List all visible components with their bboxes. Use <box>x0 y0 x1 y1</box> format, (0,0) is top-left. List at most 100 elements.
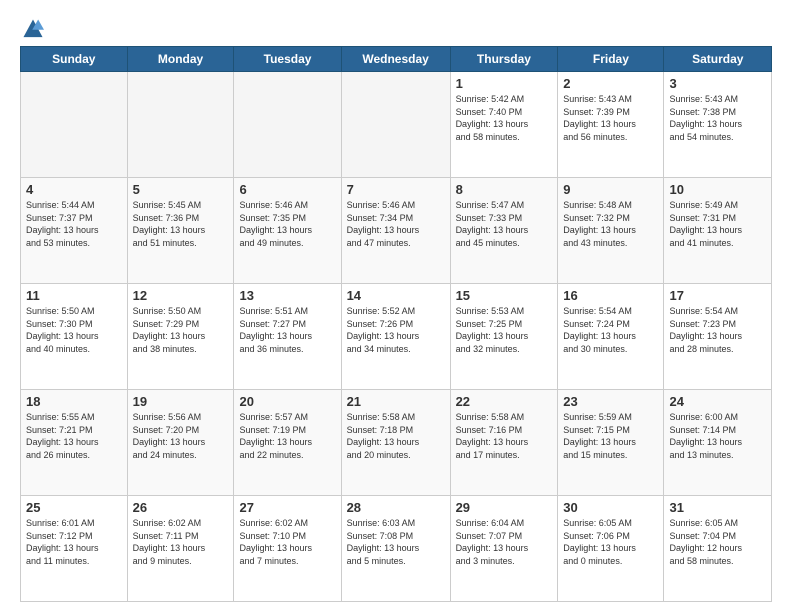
day-info: Sunrise: 6:01 AM Sunset: 7:12 PM Dayligh… <box>26 517 122 567</box>
calendar-cell: 23Sunrise: 5:59 AM Sunset: 7:15 PM Dayli… <box>558 390 664 496</box>
logo-icon <box>22 18 44 40</box>
day-number: 3 <box>669 76 766 91</box>
calendar-cell: 17 Sunrise: 5:54 AM Sunset: 7:23 PM Dayli… <box>664 284 772 390</box>
day-number: 31 <box>669 500 766 515</box>
day-info: Sunrise: 6:04 AM Sunset: 7:07 PM Dayligh… <box>456 517 553 567</box>
week-row-4: 18Sunrise: 5:55 AM Sunset: 7:21 PM Dayli… <box>21 390 772 496</box>
day-info: Sunrise: 5:44 AM Sunset: 7:37 PM Dayligh… <box>26 199 122 249</box>
day-number: 11 <box>26 288 122 303</box>
col-header-wednesday: Wednesday <box>341 47 450 72</box>
day-info: Sunrise: 5:43 AM Sunset: 7:38 PM Dayligh… <box>669 93 766 143</box>
day-number: 15 <box>456 288 553 303</box>
calendar-cell: 19Sunrise: 5:56 AM Sunset: 7:20 PM Dayli… <box>127 390 234 496</box>
col-header-thursday: Thursday <box>450 47 558 72</box>
day-number: 23 <box>563 394 658 409</box>
day-number: 27 <box>239 500 335 515</box>
calendar-cell <box>234 72 341 178</box>
day-info: Sunrise: 5:46 AM Sunset: 7:34 PM Dayligh… <box>347 199 445 249</box>
day-info: Sunrise: 5:45 AM Sunset: 7:36 PM Dayligh… <box>133 199 229 249</box>
calendar-cell: 21 Sunrise: 5:58 AM Sunset: 7:18 PM Dayli… <box>341 390 450 496</box>
day-number: 1 <box>456 76 553 91</box>
day-info: Sunrise: 5:56 AM Sunset: 7:20 PM Dayligh… <box>133 411 229 461</box>
day-info: Sunrise: 5:49 AM Sunset: 7:31 PM Dayligh… <box>669 199 766 249</box>
day-number: 22 <box>456 394 553 409</box>
calendar-cell: 7 Sunrise: 5:46 AM Sunset: 7:34 PM Daylig… <box>341 178 450 284</box>
calendar-table: SundayMondayTuesdayWednesdayThursdayFrid… <box>20 46 772 602</box>
day-info: Sunrise: 6:05 AM Sunset: 7:04 PM Dayligh… <box>669 517 766 567</box>
calendar-cell <box>341 72 450 178</box>
calendar-cell: 14 Sunrise: 5:52 AM Sunset: 7:26 PM Dayli… <box>341 284 450 390</box>
calendar-cell: 28 Sunrise: 6:03 AM Sunset: 7:08 PM Dayli… <box>341 496 450 602</box>
day-number: 8 <box>456 182 553 197</box>
day-info: Sunrise: 5:42 AM Sunset: 7:40 PM Dayligh… <box>456 93 553 143</box>
calendar-cell: 31 Sunrise: 6:05 AM Sunset: 7:04 PM Dayli… <box>664 496 772 602</box>
calendar-cell: 3 Sunrise: 5:43 AM Sunset: 7:38 PM Daylig… <box>664 72 772 178</box>
calendar-cell: 9 Sunrise: 5:48 AM Sunset: 7:32 PM Daylig… <box>558 178 664 284</box>
day-number: 6 <box>239 182 335 197</box>
day-info: Sunrise: 5:52 AM Sunset: 7:26 PM Dayligh… <box>347 305 445 355</box>
day-info: Sunrise: 6:05 AM Sunset: 7:06 PM Dayligh… <box>563 517 658 567</box>
day-number: 5 <box>133 182 229 197</box>
calendar-cell <box>127 72 234 178</box>
day-number: 30 <box>563 500 658 515</box>
day-number: 26 <box>133 500 229 515</box>
calendar-cell: 8Sunrise: 5:47 AM Sunset: 7:33 PM Daylig… <box>450 178 558 284</box>
col-header-saturday: Saturday <box>664 47 772 72</box>
calendar-cell: 1 Sunrise: 5:42 AM Sunset: 7:40 PM Daylig… <box>450 72 558 178</box>
day-info: Sunrise: 5:46 AM Sunset: 7:35 PM Dayligh… <box>239 199 335 249</box>
day-info: Sunrise: 5:50 AM Sunset: 7:30 PM Dayligh… <box>26 305 122 355</box>
week-row-2: 4 Sunrise: 5:44 AM Sunset: 7:37 PM Daylig… <box>21 178 772 284</box>
day-info: Sunrise: 6:02 AM Sunset: 7:11 PM Dayligh… <box>133 517 229 567</box>
calendar-cell: 12Sunrise: 5:50 AM Sunset: 7:29 PM Dayli… <box>127 284 234 390</box>
header <box>20 18 772 36</box>
day-info: Sunrise: 5:55 AM Sunset: 7:21 PM Dayligh… <box>26 411 122 461</box>
day-number: 10 <box>669 182 766 197</box>
calendar-cell: 5 Sunrise: 5:45 AM Sunset: 7:36 PM Daylig… <box>127 178 234 284</box>
calendar-cell: 27 Sunrise: 6:02 AM Sunset: 7:10 PM Dayli… <box>234 496 341 602</box>
day-number: 24 <box>669 394 766 409</box>
col-header-tuesday: Tuesday <box>234 47 341 72</box>
week-row-5: 25 Sunrise: 6:01 AM Sunset: 7:12 PM Dayli… <box>21 496 772 602</box>
calendar-cell: 24Sunrise: 6:00 AM Sunset: 7:14 PM Dayli… <box>664 390 772 496</box>
day-info: Sunrise: 5:48 AM Sunset: 7:32 PM Dayligh… <box>563 199 658 249</box>
day-number: 28 <box>347 500 445 515</box>
page: SundayMondayTuesdayWednesdayThursdayFrid… <box>0 0 792 612</box>
calendar-cell: 6 Sunrise: 5:46 AM Sunset: 7:35 PM Daylig… <box>234 178 341 284</box>
day-info: Sunrise: 5:58 AM Sunset: 7:18 PM Dayligh… <box>347 411 445 461</box>
day-info: Sunrise: 5:53 AM Sunset: 7:25 PM Dayligh… <box>456 305 553 355</box>
day-number: 13 <box>239 288 335 303</box>
day-info: Sunrise: 6:02 AM Sunset: 7:10 PM Dayligh… <box>239 517 335 567</box>
calendar-cell: 18Sunrise: 5:55 AM Sunset: 7:21 PM Dayli… <box>21 390 128 496</box>
week-row-3: 11 Sunrise: 5:50 AM Sunset: 7:30 PM Dayli… <box>21 284 772 390</box>
day-info: Sunrise: 5:50 AM Sunset: 7:29 PM Dayligh… <box>133 305 229 355</box>
day-info: Sunrise: 5:51 AM Sunset: 7:27 PM Dayligh… <box>239 305 335 355</box>
day-number: 20 <box>239 394 335 409</box>
calendar-cell: 11 Sunrise: 5:50 AM Sunset: 7:30 PM Dayli… <box>21 284 128 390</box>
day-number: 17 <box>669 288 766 303</box>
day-header-row: SundayMondayTuesdayWednesdayThursdayFrid… <box>21 47 772 72</box>
day-number: 16 <box>563 288 658 303</box>
day-info: Sunrise: 5:57 AM Sunset: 7:19 PM Dayligh… <box>239 411 335 461</box>
calendar-cell: 26 Sunrise: 6:02 AM Sunset: 7:11 PM Dayli… <box>127 496 234 602</box>
week-row-1: 1 Sunrise: 5:42 AM Sunset: 7:40 PM Daylig… <box>21 72 772 178</box>
day-number: 14 <box>347 288 445 303</box>
calendar-cell: 4 Sunrise: 5:44 AM Sunset: 7:37 PM Daylig… <box>21 178 128 284</box>
day-number: 9 <box>563 182 658 197</box>
col-header-sunday: Sunday <box>21 47 128 72</box>
day-info: Sunrise: 5:54 AM Sunset: 7:23 PM Dayligh… <box>669 305 766 355</box>
day-number: 25 <box>26 500 122 515</box>
calendar-cell: 2 Sunrise: 5:43 AM Sunset: 7:39 PM Daylig… <box>558 72 664 178</box>
calendar-cell: 10 Sunrise: 5:49 AM Sunset: 7:31 PM Dayli… <box>664 178 772 284</box>
calendar-cell: 30 Sunrise: 6:05 AM Sunset: 7:06 PM Dayli… <box>558 496 664 602</box>
day-info: Sunrise: 5:58 AM Sunset: 7:16 PM Dayligh… <box>456 411 553 461</box>
calendar-cell: 13 Sunrise: 5:51 AM Sunset: 7:27 PM Dayli… <box>234 284 341 390</box>
calendar-cell: 22 Sunrise: 5:58 AM Sunset: 7:16 PM Dayli… <box>450 390 558 496</box>
day-number: 21 <box>347 394 445 409</box>
day-number: 7 <box>347 182 445 197</box>
day-number: 4 <box>26 182 122 197</box>
day-number: 2 <box>563 76 658 91</box>
day-info: Sunrise: 5:54 AM Sunset: 7:24 PM Dayligh… <box>563 305 658 355</box>
calendar-cell: 20 Sunrise: 5:57 AM Sunset: 7:19 PM Dayli… <box>234 390 341 496</box>
day-info: Sunrise: 6:03 AM Sunset: 7:08 PM Dayligh… <box>347 517 445 567</box>
day-info: Sunrise: 5:43 AM Sunset: 7:39 PM Dayligh… <box>563 93 658 143</box>
